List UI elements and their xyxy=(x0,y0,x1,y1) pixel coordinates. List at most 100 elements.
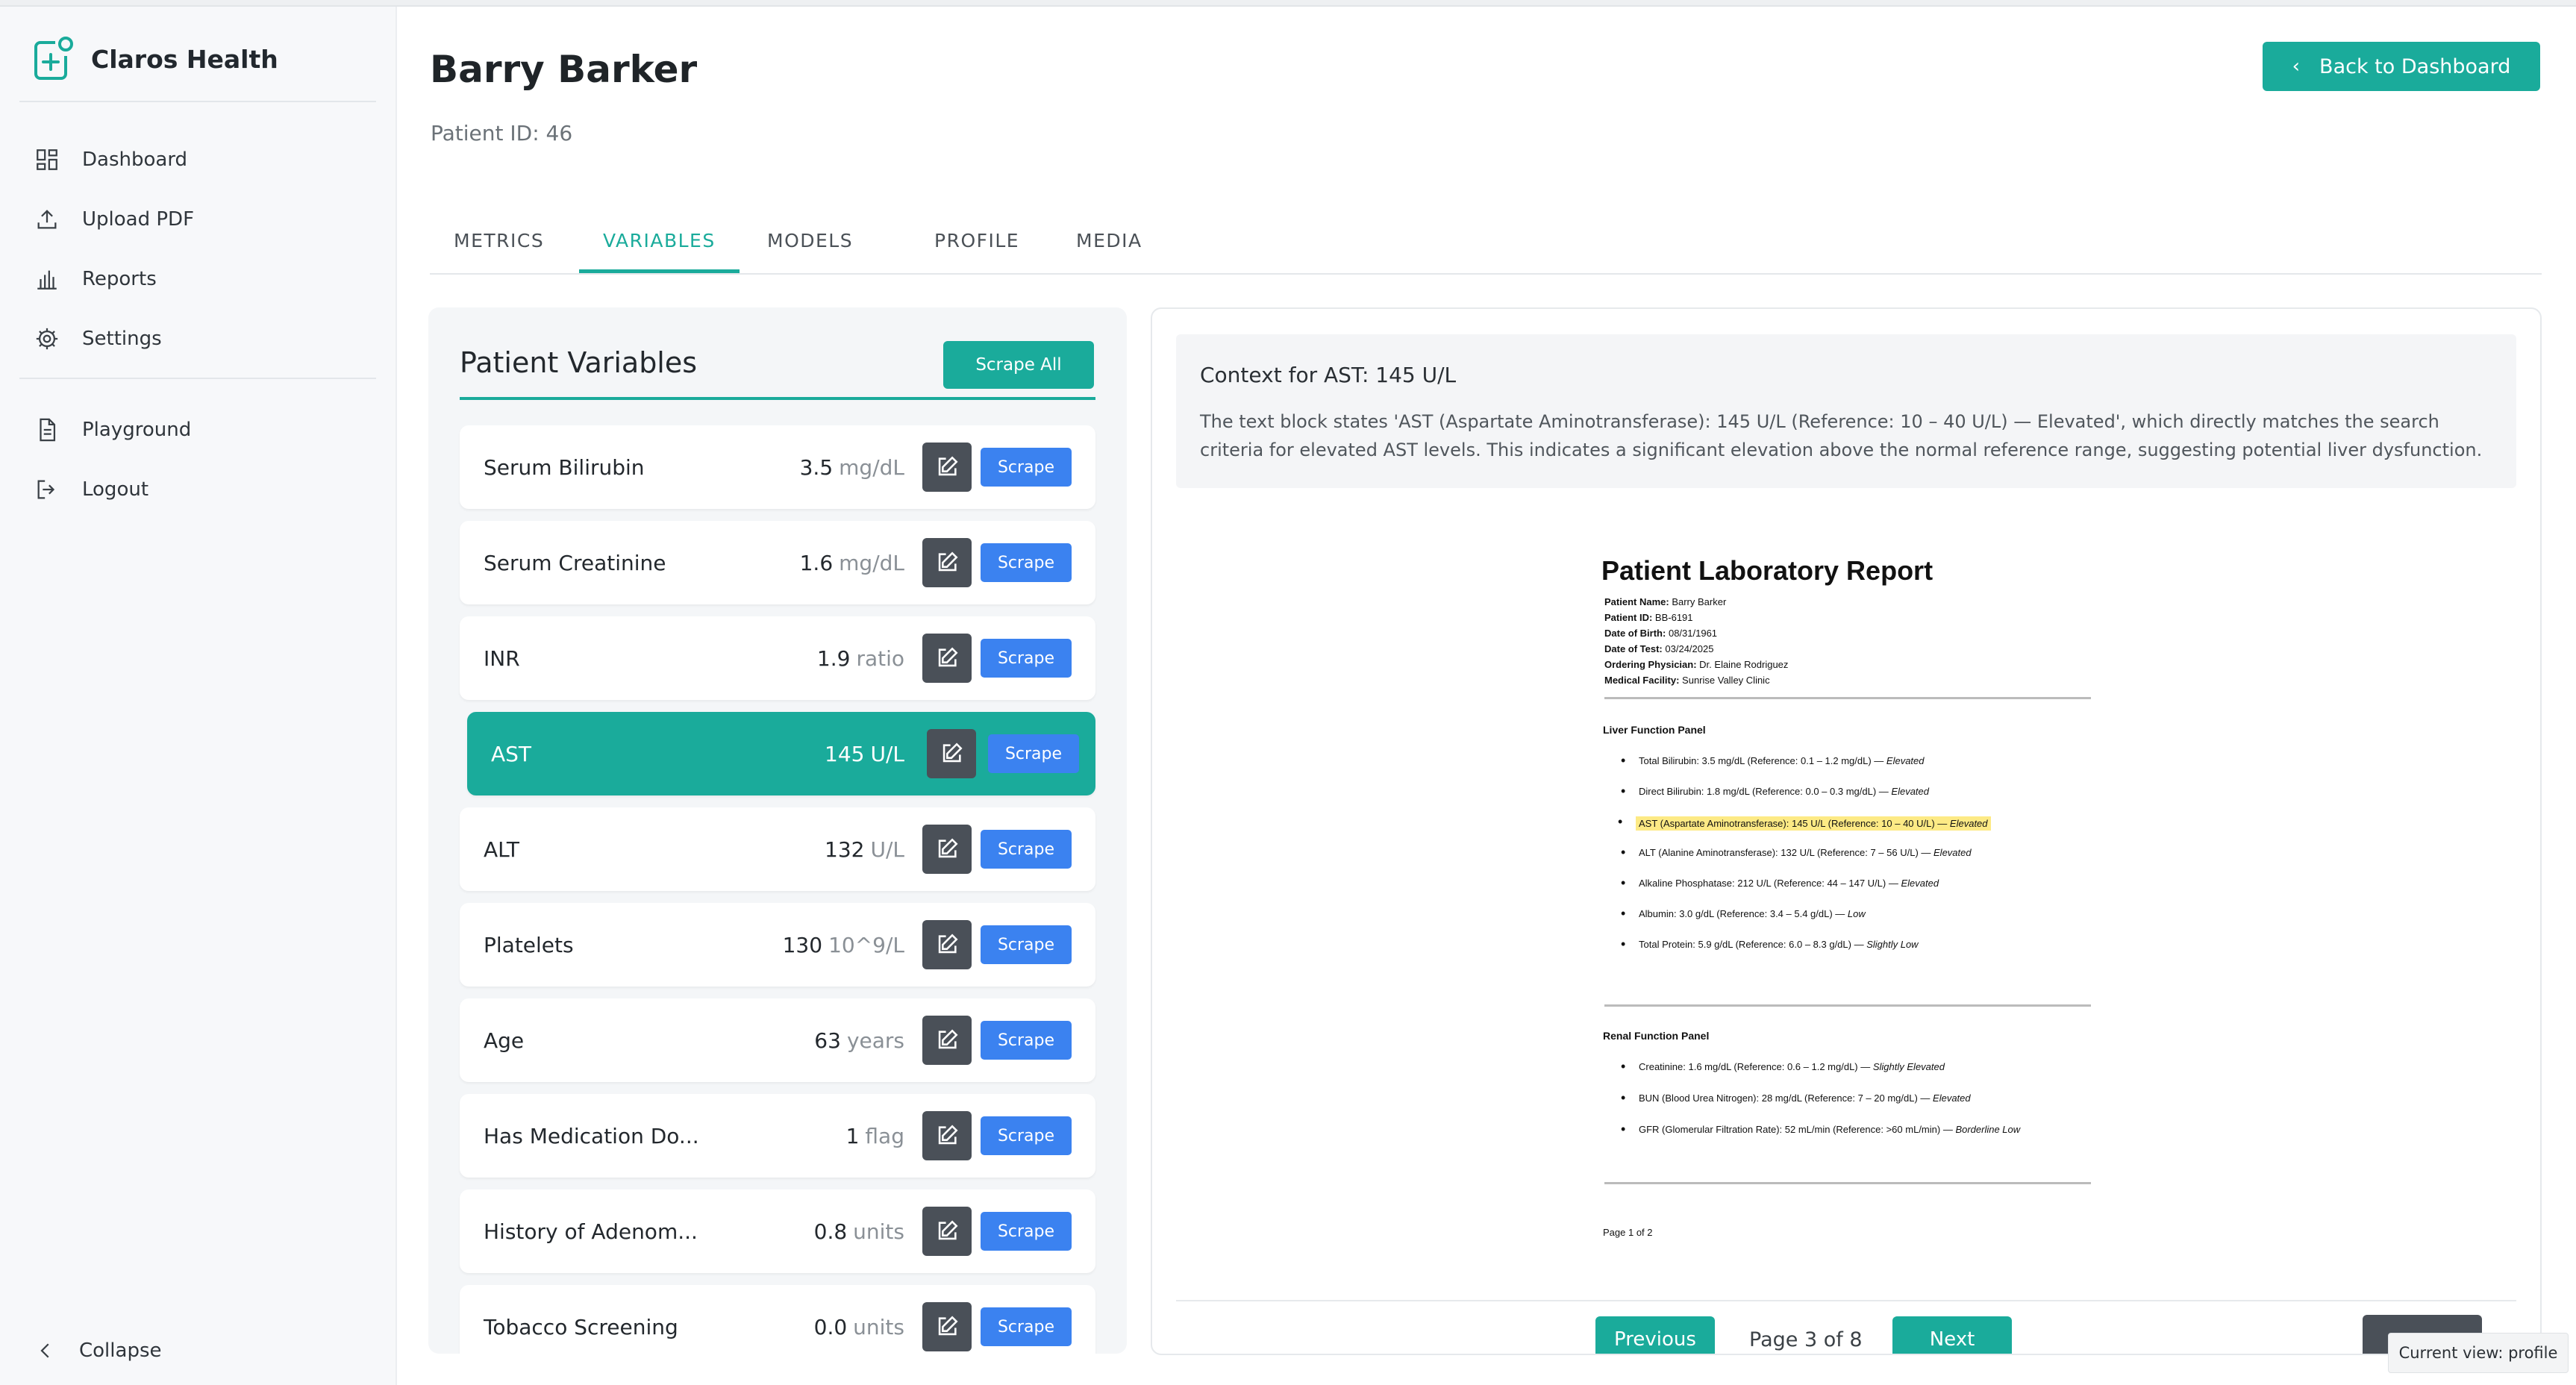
report-item: GFR (Glomerular Filtration Rate): 52 mL/… xyxy=(1621,1122,2020,1137)
meta-value: 03/24/2025 xyxy=(1665,643,1714,654)
variable-row[interactable]: Platelets 130 10^9/L Scrape xyxy=(460,903,1095,987)
report-item-text: Total Bilirubin: 3.5 mg/dL (Reference: 0… xyxy=(1639,755,1886,766)
brand[interactable]: Claros Health xyxy=(33,35,278,83)
document-icon xyxy=(40,418,56,442)
report-item-flag: Elevated xyxy=(1949,818,1988,829)
context-title: Context for AST: 145 U/L xyxy=(1200,363,1457,387)
report-meta-line: Date of Birth: 08/31/1961 xyxy=(1604,625,1788,641)
variable-number: 1.9 xyxy=(816,645,851,671)
sidebar-item-reports[interactable]: Reports xyxy=(34,260,157,298)
variable-number: 63 xyxy=(814,1028,841,1053)
report-meta: Patient Name: Barry Barker Patient ID: BB… xyxy=(1604,594,1788,688)
collapse-button[interactable]: Collapse xyxy=(34,1339,162,1362)
variable-row[interactable]: Serum Bilirubin 3.5 mg/dL Scrape xyxy=(460,425,1095,509)
context-text: The text block states 'AST (Aspartate Am… xyxy=(1200,411,2483,460)
variable-row[interactable]: AST 145 U/L Scrape xyxy=(467,712,1095,795)
variable-number: 145 xyxy=(825,741,865,766)
sidebar-item-playground[interactable]: Playground xyxy=(34,411,191,448)
edit-button[interactable] xyxy=(922,1207,972,1256)
meta-value: Sunrise Valley Clinic xyxy=(1682,675,1770,686)
edit-button[interactable] xyxy=(922,825,972,874)
sidebar-item-logout[interactable]: Logout xyxy=(34,471,149,508)
report-meta-line: Patient ID: BB-6191 xyxy=(1604,610,1788,625)
edit-icon xyxy=(938,456,958,476)
variable-row[interactable]: Age 63 years Scrape xyxy=(460,998,1095,1082)
report-item-flag: Elevated xyxy=(1901,878,1939,889)
sidebar-item-upload-pdf[interactable]: Upload PDF xyxy=(34,201,194,238)
back-to-dashboard-button[interactable]: ‹ Back to Dashboard xyxy=(2263,42,2540,91)
scrape-button[interactable]: Scrape xyxy=(988,734,1079,773)
variable-number: 1.6 xyxy=(799,550,834,575)
variable-value: 145 U/L xyxy=(825,742,904,766)
brand-name: Claros Health xyxy=(91,44,278,74)
report-item-text: Total Protein: 5.9 g/dL (Reference: 6.0 … xyxy=(1639,939,1867,950)
report-meta-line: Date of Test: 03/24/2025 xyxy=(1604,641,1788,657)
report-item: Creatinine: 1.6 mg/dL (Reference: 0.6 – … xyxy=(1621,1059,1945,1075)
report-title: Patient Laboratory Report xyxy=(1601,555,1933,586)
tab-profile[interactable]: PROFILE xyxy=(910,230,1043,273)
edit-button[interactable] xyxy=(922,1302,972,1351)
variables-title-underline xyxy=(460,397,1095,400)
scrape-button[interactable]: Scrape xyxy=(981,448,1072,487)
variable-unit: U/L xyxy=(870,837,904,862)
variable-unit: mg/dL xyxy=(839,550,904,575)
scrape-button[interactable]: Scrape xyxy=(981,543,1072,582)
scrape-button[interactable]: Scrape xyxy=(981,639,1072,678)
edit-button[interactable] xyxy=(922,443,972,492)
sidebar-item-label: Logout xyxy=(82,478,149,501)
variable-number: 1 xyxy=(845,1123,860,1148)
edit-icon xyxy=(938,1220,958,1240)
scrape-button[interactable]: Scrape xyxy=(981,1021,1072,1060)
report-item-text: ALT (Alanine Aminotransferase): 132 U/L … xyxy=(1639,847,1934,858)
scrape-button[interactable]: Scrape xyxy=(981,1307,1072,1346)
sidebar-item-dashboard[interactable]: Dashboard xyxy=(34,141,187,178)
variable-unit: years xyxy=(846,1028,904,1053)
report-item-text: GFR (Glomerular Filtration Rate): 52 mL/… xyxy=(1639,1124,1956,1135)
variable-row[interactable]: Has Medication Do... 1 flag Scrape xyxy=(460,1094,1095,1178)
sidebar-item-label: Settings xyxy=(82,328,162,350)
tab-models[interactable]: MODELS xyxy=(743,230,877,273)
report-item: Albumin: 3.0 g/dL (Reference: 3.4 – 5.4 … xyxy=(1621,906,1866,922)
scrape-button[interactable]: Scrape xyxy=(981,1116,1072,1155)
edit-icon xyxy=(938,647,958,667)
top-border xyxy=(0,0,2576,7)
scrape-button[interactable]: Scrape xyxy=(981,1212,1072,1251)
tab-media[interactable]: MEDIA xyxy=(1052,230,1166,273)
report-divider xyxy=(1604,1182,2091,1184)
sidebar: Claros Health Dashboard Upload PDF Repor… xyxy=(0,7,397,1385)
report-item-flag: Elevated xyxy=(1933,1092,1971,1104)
report-item-flag: Slightly Low xyxy=(1866,939,1919,950)
tab-variables[interactable]: VARIABLES xyxy=(579,230,740,273)
report-footer: Page 1 of 2 xyxy=(1603,1227,1653,1238)
variable-name: AST xyxy=(491,741,532,766)
report-meta-line: Medical Facility: Sunrise Valley Clinic xyxy=(1604,672,1788,688)
edit-button[interactable] xyxy=(922,538,972,587)
previous-button[interactable]: Previous xyxy=(1595,1316,1715,1354)
back-button-label: Back to Dashboard xyxy=(2319,54,2511,78)
edit-button[interactable] xyxy=(922,1111,972,1160)
scrape-button[interactable]: Scrape xyxy=(981,925,1072,964)
variable-row[interactable]: Serum Creatinine 1.6 mg/dL Scrape xyxy=(460,521,1095,604)
variable-value: 1 flag xyxy=(846,1124,904,1148)
report-item-flag: Slightly Elevated xyxy=(1872,1061,1945,1072)
claros-logo-icon xyxy=(34,37,73,80)
edit-button[interactable] xyxy=(922,920,972,969)
scrape-button[interactable]: Scrape xyxy=(981,830,1072,869)
next-button[interactable]: Next xyxy=(1892,1316,2012,1354)
collapse-label: Collapse xyxy=(79,1339,162,1362)
report-item: Direct Bilirubin: 1.8 mg/dL (Reference: … xyxy=(1621,784,1929,799)
variable-row[interactable]: Tobacco Screening 0.0 units Scrape xyxy=(460,1285,1095,1354)
sidebar-item-settings[interactable]: Settings xyxy=(34,320,162,357)
meta-value: Barry Barker xyxy=(1672,596,1727,607)
variable-row[interactable]: INR 1.9 ratio Scrape xyxy=(460,616,1095,700)
chevron-left-icon: ‹ xyxy=(2292,55,2301,78)
edit-button[interactable] xyxy=(922,1016,972,1065)
edit-button[interactable] xyxy=(922,634,972,683)
scrape-all-button[interactable]: Scrape All xyxy=(943,341,1094,389)
edit-button[interactable] xyxy=(927,729,976,778)
variable-row[interactable]: ALT 132 U/L Scrape xyxy=(460,807,1095,891)
meta-key: Date of Test: xyxy=(1604,643,1663,654)
report-meta-line: Patient Name: Barry Barker xyxy=(1604,594,1788,610)
variable-row[interactable]: History of Adenom... 0.8 units Scrape xyxy=(460,1189,1095,1273)
tab-metrics[interactable]: METRICS xyxy=(430,230,568,273)
